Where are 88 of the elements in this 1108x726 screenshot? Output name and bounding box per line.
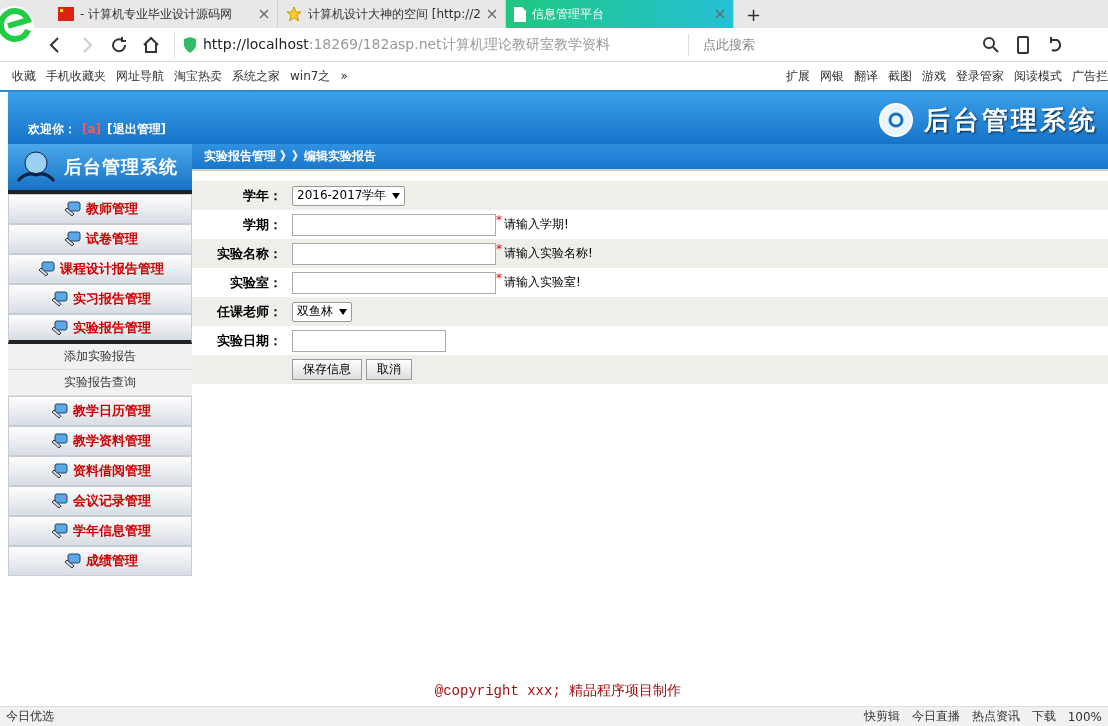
toolbar-link[interactable]: 阅读模式 [1014,67,1062,85]
menu-item[interactable]: 学年信息管理 [8,516,192,546]
field-hint: 请输入学期! [504,216,569,233]
bookmark-link[interactable]: 淘宝热卖 [174,67,222,85]
pen-icon [62,231,81,247]
toolbar-link[interactable]: 扩展 [786,67,810,85]
status-link[interactable]: 今日直播 [911,708,960,725]
bookmark-link[interactable]: 网址导航 [116,67,164,85]
status-link[interactable]: 快剪辑 [863,708,900,725]
close-icon[interactable] [487,9,497,19]
field-hint: 请输入实验室! [504,274,581,291]
copyright-text: @copyright xxx; 精品程序项目制作 [434,683,682,699]
field-label: 任课老师： [215,302,283,321]
pen-icon [49,523,68,539]
sidebar-title: 后台管理系统 [64,155,178,179]
bookmark-link[interactable]: 收藏 [12,67,36,85]
menu-item[interactable]: 教学资料管理 [8,426,192,456]
flag-icon [58,7,74,21]
pen-icon [49,403,68,419]
toolbar-link[interactable]: 游戏 [922,67,946,85]
required-mark: * [496,271,502,285]
pen-icon [49,493,68,509]
submenu-item[interactable]: 实验报告查询 [8,370,192,396]
close-icon[interactable] [259,9,269,19]
tablet-icon[interactable] [1014,35,1032,54]
field-label: 实验名称： [216,244,283,263]
submenu-item[interactable]: 添加实验报告 [8,344,192,370]
field-hint: 请输入实验名称! [504,245,593,262]
bookmark-link[interactable]: win7之 [290,67,331,85]
toolbar-link[interactable]: 截图 [888,67,912,85]
address-field[interactable]: http://localhost:18269/182asp.net计算机理论教研室教学资料 [174,31,674,58]
text-field[interactable] [292,271,496,294]
field-label: 实验室： [229,273,283,292]
shield-icon [183,36,197,53]
field-label: 学期： [242,215,283,234]
pen-icon [62,201,81,217]
field-label: 实验日期： [216,331,283,350]
menu-item[interactable]: 实验报告管理 [8,314,192,344]
field-label: 学年： [242,186,283,205]
bookmark-link[interactable]: 系统之家 [232,67,280,85]
menu-item[interactable]: 教学日历管理 [8,396,192,426]
search-icon[interactable] [982,35,1000,54]
toolbar-link[interactable]: 网银 [820,67,844,85]
status-link[interactable]: 热点资讯 [971,708,1020,725]
bookmark-link[interactable]: 手机收藏夹 [46,67,106,85]
menu-item[interactable]: 实习报告管理 [8,284,192,314]
pen-icon [49,433,68,449]
more-bookmarks[interactable]: » [340,69,348,83]
home-icon[interactable] [142,35,160,54]
select-field[interactable]: 2016-2017学年 [292,185,406,206]
menu-item[interactable]: 课程设计报告管理 [8,254,192,284]
download-link[interactable]: 下载 [1031,708,1056,725]
system-title: 后台管理系统 [924,103,1098,137]
star-icon [286,6,302,22]
menu-item[interactable]: 试卷管理 [8,224,192,254]
pen-icon [62,553,81,569]
reload-icon[interactable] [110,35,128,54]
welcome-text: 欢迎你： [28,122,76,138]
pen-icon [49,291,68,307]
toolbar-link[interactable]: 翻译 [854,67,878,85]
form-button[interactable]: 保存信息 [292,359,362,380]
user-name: [a] [82,122,102,136]
menu-item[interactable]: 资料借阅管理 [8,456,192,486]
form-button[interactable]: 取消 [366,359,412,380]
text-field[interactable] [292,213,496,236]
page-icon [514,6,526,22]
pen-icon [36,261,55,277]
date-field[interactable] [292,329,446,352]
required-mark: * [496,242,502,256]
breadcrumb: 实验报告管理 》》编辑实验报告 [192,144,1108,171]
logout-link[interactable]: [退出管理] [107,122,167,138]
menu-item[interactable]: 教师管理 [8,194,192,224]
toolbar-link[interactable]: 登录管家 [956,67,1004,85]
status-text[interactable]: 今日优选 [6,708,54,725]
dropdown-icon [339,308,347,315]
zoom-level[interactable]: 100% [1067,709,1102,724]
at-icon [878,102,914,138]
pen-icon [49,463,68,479]
select-field[interactable]: 双鱼林 [292,301,352,322]
pen-icon [49,319,68,336]
new-tab-button[interactable]: + [734,3,774,25]
toolbar-link[interactable]: 广告拦 [1072,67,1108,85]
text-field[interactable] [292,242,496,265]
close-icon[interactable] [715,9,725,19]
menu-item[interactable]: 会议记录管理 [8,486,192,516]
required-mark: * [496,213,502,227]
menu-item[interactable]: 成绩管理 [8,546,192,576]
dropdown-icon [392,192,401,199]
